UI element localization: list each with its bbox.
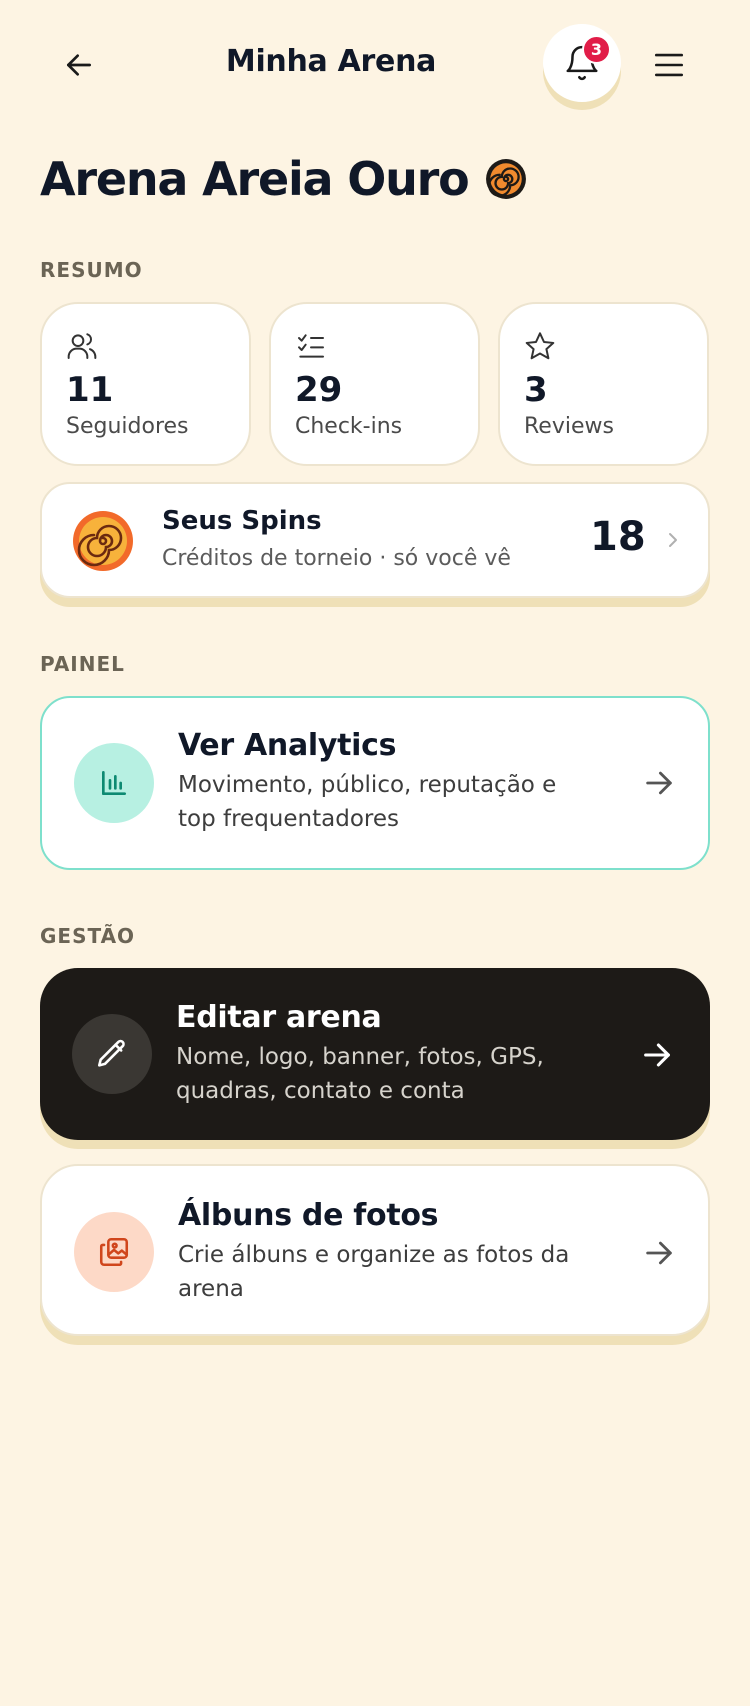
arrow-right-icon (646, 771, 672, 795)
arena-title: Arena Areia Ouro (40, 152, 527, 206)
albums-title: Álbuns de fotos (178, 1198, 439, 1233)
spins-title: Seus Spins (162, 506, 322, 536)
arrow-right-icon (646, 1241, 672, 1265)
top-bar: Minha Arena 3 (0, 0, 750, 130)
section-label-resumo: RESUMO (40, 258, 143, 282)
section-label-painel: PAINEL (40, 652, 125, 676)
analytics-description: Movimento, público, reputação e top freq… (178, 772, 557, 832)
albums-icon-circle (74, 1212, 154, 1292)
stat-value: 11 (66, 370, 114, 410)
edit-arena-card[interactable]: Editar arena Nome, logo, banner, fotos, … (40, 968, 710, 1140)
users-icon (67, 333, 97, 359)
photo-albums-card[interactable]: Álbuns de fotos Crie álbuns e organize a… (40, 1164, 710, 1336)
notifications-button[interactable]: 3 (543, 24, 621, 102)
star-icon (525, 332, 555, 360)
chevron-right-icon (669, 533, 677, 547)
edit-icon-circle (72, 1014, 152, 1094)
stat-card-reviews[interactable]: 3 Reviews (498, 302, 709, 466)
section-label-gestao: GESTÃO (40, 924, 136, 948)
edit-arena-description: Nome, logo, banner, fotos, GPS, quadras,… (176, 1044, 544, 1104)
analytics-card[interactable]: Ver Analytics Movimento, público, reputa… (40, 696, 710, 870)
checklist-icon (298, 334, 324, 358)
spins-card[interactable]: Seus Spins Créditos de torneio · só você… (40, 482, 710, 598)
hamburger-menu-icon (654, 53, 684, 77)
stat-label: Seguidores (66, 414, 189, 439)
stat-value: 3 (524, 370, 548, 410)
spin-coin-icon (485, 159, 526, 199)
analytics-title: Ver Analytics (178, 728, 397, 763)
notification-badge: 3 (582, 35, 611, 64)
stat-value: 29 (295, 370, 343, 410)
spin-coin-icon (73, 511, 133, 571)
arrow-right-icon (644, 1043, 670, 1067)
spins-count: 18 (590, 514, 646, 560)
stat-label: Check-ins (295, 414, 403, 439)
photo-album-icon (99, 1237, 129, 1267)
bar-chart-icon (102, 771, 126, 795)
menu-button[interactable] (648, 44, 690, 86)
albums-description: Crie álbuns e organize as fotos da arena (178, 1242, 570, 1302)
arena-name: Arena Areia Ouro (40, 152, 470, 206)
spins-subtitle: Créditos de torneio · só você vê (162, 546, 511, 571)
stat-card-followers[interactable]: 11 Seguidores (40, 302, 251, 466)
edit-arena-title: Editar arena (176, 1000, 382, 1035)
pencil-icon (97, 1039, 125, 1067)
analytics-icon-circle (74, 743, 154, 823)
stat-label: Reviews (524, 414, 614, 439)
stat-card-checkins[interactable]: 29 Check-ins (269, 302, 480, 466)
